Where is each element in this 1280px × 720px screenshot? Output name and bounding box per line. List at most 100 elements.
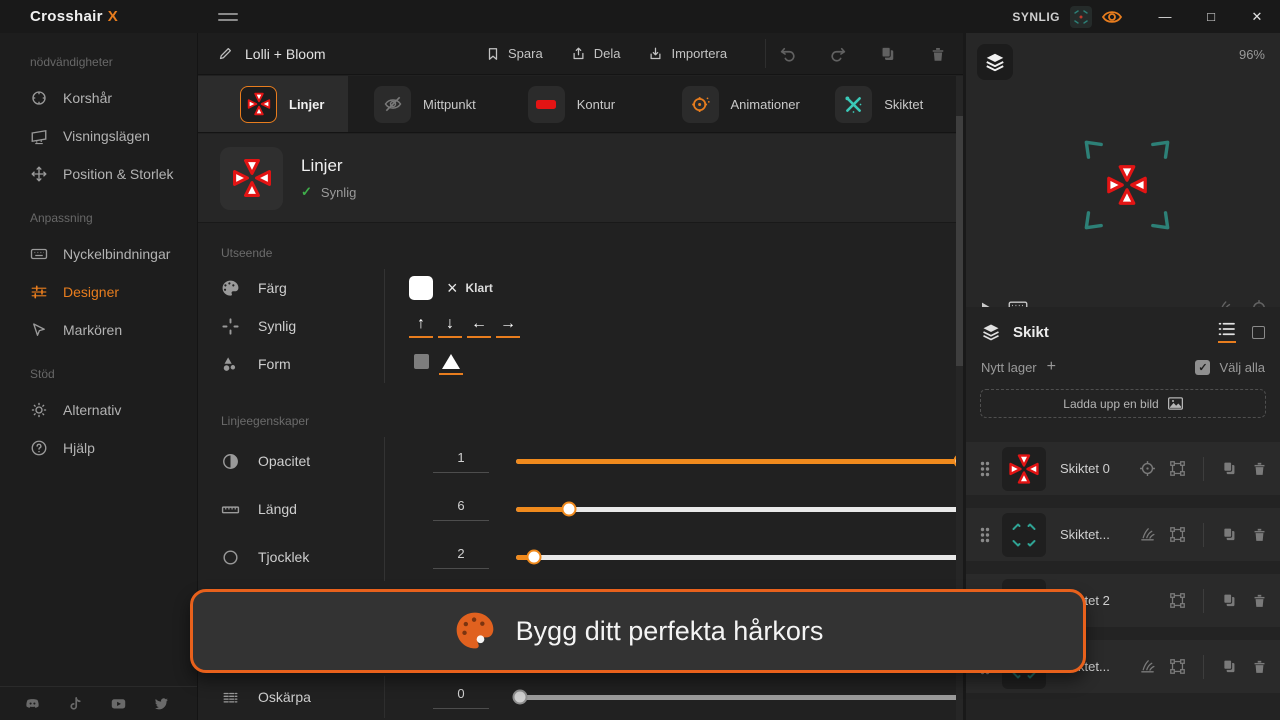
tab-animations[interactable]: Animationer (656, 76, 810, 132)
list-view-toggle[interactable] (1218, 322, 1236, 343)
delete-layer-icon[interactable] (1251, 658, 1268, 675)
youtube-icon[interactable] (110, 695, 127, 712)
layer-name[interactable]: Skiktet 0 (1060, 461, 1139, 476)
layer-row-0[interactable]: Skiktet 0 (966, 442, 1280, 495)
visible-directions-row: Synlig ↑ ↓ ← → (198, 307, 963, 345)
upload-image-button[interactable]: Ladda upp en bild (980, 389, 1266, 418)
document-title[interactable]: Lolli + Bloom (245, 46, 326, 62)
tab-lines[interactable]: Linjer (198, 76, 348, 132)
grid-view-toggle[interactable] (1252, 326, 1265, 339)
blur-slider[interactable] (516, 695, 961, 700)
shape-square-option[interactable] (409, 354, 433, 375)
header-divider (765, 39, 766, 68)
visibility-eye-icon[interactable] (1100, 5, 1124, 29)
duplicate-layer-icon[interactable] (1221, 460, 1238, 477)
duplicate-layer-icon[interactable] (1221, 592, 1238, 609)
layers-icon (981, 321, 1001, 343)
arrow-up-toggle[interactable]: ↑ (409, 315, 433, 338)
thickness-slider-handle[interactable] (526, 550, 541, 565)
shape-label: Form (258, 356, 291, 372)
blur-slider-handle[interactable] (513, 690, 528, 705)
drag-handle-icon[interactable] (980, 527, 990, 543)
close-button[interactable]: ✕ (1234, 0, 1280, 33)
thickness-slider[interactable] (516, 555, 961, 560)
shape-triangle-option[interactable] (439, 354, 463, 375)
length-slider[interactable] (516, 507, 961, 512)
duplicate-icon[interactable] (879, 45, 897, 63)
transform-frame-icon[interactable] (1169, 460, 1186, 477)
delete-layer-icon[interactable] (1251, 592, 1268, 609)
tab-centerdot[interactable]: Mittpunkt (348, 76, 502, 132)
layer-row-1[interactable]: Skiktet... (966, 508, 1280, 561)
drag-handle-icon[interactable] (980, 461, 990, 477)
opacity-value-input[interactable]: 1 (433, 450, 489, 473)
blur-value-input[interactable]: 0 (433, 686, 489, 709)
undo-icon[interactable] (779, 45, 797, 63)
delete-layer-icon[interactable] (1251, 526, 1268, 543)
tab-layer-tools[interactable]: Skiktet (809, 76, 963, 132)
main-scrollbar-thumb[interactable] (956, 116, 963, 366)
duplicate-layer-icon[interactable] (1221, 658, 1238, 675)
shape-row: Form (198, 345, 963, 383)
share-button[interactable]: Dela (571, 46, 621, 61)
length-value-input[interactable]: 6 (433, 498, 489, 521)
new-layer-button[interactable]: Nytt lager + (981, 358, 1056, 376)
sidebar-item-designer[interactable]: Designer (0, 273, 197, 311)
length-slider-handle[interactable] (562, 502, 577, 517)
arrow-left-toggle[interactable]: ← (467, 315, 491, 338)
effects-icon[interactable] (1139, 658, 1156, 675)
center-target-icon[interactable] (1139, 460, 1156, 477)
duplicate-layer-icon[interactable] (1221, 526, 1238, 543)
tab-outline[interactable]: Kontur (502, 76, 656, 132)
save-button[interactable]: Spara (486, 46, 543, 61)
animation-target-icon (682, 86, 719, 123)
color-label: Färg (258, 280, 287, 296)
lines-panel-header: Linjer ✓ Synlig (198, 134, 963, 223)
twitter-icon[interactable] (153, 695, 170, 712)
thickness-value-input[interactable]: 2 (433, 546, 489, 569)
arrow-right-toggle[interactable]: → (496, 315, 520, 338)
transform-frame-icon[interactable] (1169, 592, 1186, 609)
discord-icon[interactable] (24, 695, 41, 712)
crosshair-scope-icon (30, 89, 48, 107)
panel-visibility-status[interactable]: ✓ Synlig (301, 184, 356, 200)
edit-pencil-icon[interactable] (218, 46, 233, 61)
redo-icon[interactable] (829, 45, 847, 63)
maximize-button[interactable]: □ (1188, 0, 1234, 33)
lines-panel-icon (220, 147, 283, 210)
visible-label: Synlig (258, 318, 296, 334)
sidebar-item-help[interactable]: Hjälp (0, 429, 197, 467)
transform-frame-icon[interactable] (1169, 658, 1186, 675)
sidebar-item-cursor[interactable]: Markören (0, 311, 197, 349)
minimize-button[interactable]: — (1142, 0, 1188, 33)
color-row: Färg × Klart (198, 269, 963, 307)
layer-name[interactable]: Skiktet... (1060, 527, 1139, 542)
display-icon (30, 127, 48, 145)
import-button[interactable]: Importera (648, 46, 727, 61)
sidebar-item-display-modes[interactable]: Visningslägen (0, 117, 197, 155)
select-all-checkbox[interactable]: ✓ (1195, 360, 1210, 375)
tiktok-icon[interactable] (67, 695, 84, 712)
delete-icon[interactable] (929, 45, 947, 63)
sidebar-item-position-size[interactable]: Position & Storlek (0, 155, 197, 193)
hamburger-menu-icon[interactable] (218, 9, 238, 25)
sidebar-item-keybindings[interactable]: Nyckelbindningar (0, 235, 197, 273)
delete-layer-icon[interactable] (1251, 460, 1268, 477)
eye-off-icon (374, 86, 411, 123)
sidebar-item-crosshair[interactable]: Korshår (0, 79, 197, 117)
color-swatch[interactable] (409, 276, 433, 300)
transform-frame-icon[interactable] (1169, 526, 1186, 543)
tools-icon (835, 86, 872, 123)
preview-layers-button[interactable] (977, 44, 1013, 80)
toast-banner: Bygg ditt perfekta hårkors (190, 589, 1086, 673)
appearance-section-label: Utseende (198, 237, 963, 269)
document-header: Lolli + Bloom Spara Dela Importera (198, 33, 963, 75)
sidebar-item-options[interactable]: Alternativ (0, 391, 197, 429)
clear-color-icon[interactable]: × (447, 279, 458, 297)
mini-crosshair-icon[interactable] (1070, 6, 1092, 28)
share-icon (571, 46, 586, 61)
arrow-down-toggle[interactable]: ↓ (438, 315, 462, 338)
effects-icon[interactable] (1139, 526, 1156, 543)
select-all-control[interactable]: ✓ Välj alla (1195, 360, 1265, 375)
opacity-slider[interactable] (516, 459, 961, 464)
